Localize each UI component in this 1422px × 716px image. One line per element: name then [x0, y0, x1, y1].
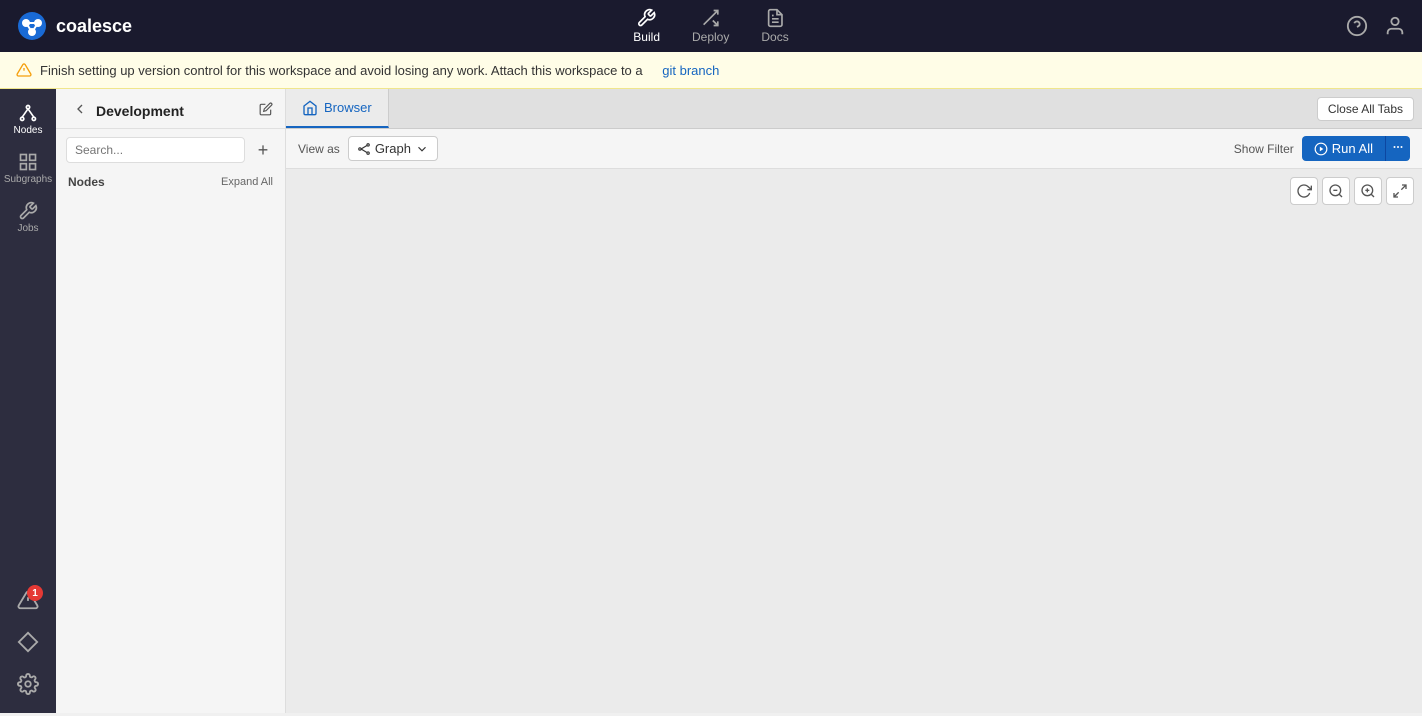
run-icon	[1314, 142, 1328, 156]
refresh-button[interactable]	[1290, 177, 1318, 205]
close-all-tabs-button[interactable]: Close All Tabs	[1317, 97, 1414, 121]
icon-sidebar: Nodes Subgraphs Jobs	[0, 89, 56, 713]
left-panel: Development + Nodes Expand All	[56, 89, 286, 713]
run-all-label: Run All	[1332, 141, 1373, 156]
sidebar-item-jobs[interactable]: Jobs	[0, 195, 56, 240]
help-icon[interactable]	[1346, 15, 1368, 37]
refresh-icon	[1296, 183, 1312, 199]
icon-sidebar-bottom: 1	[0, 583, 56, 713]
fit-view-button[interactable]	[1386, 177, 1414, 205]
zoom-out-icon	[1328, 183, 1344, 199]
nodes-label: Nodes	[14, 125, 43, 136]
nav-item-build[interactable]: Build	[633, 8, 660, 44]
search-area: +	[56, 129, 285, 171]
chevron-down-icon	[415, 142, 429, 156]
graph-icon	[357, 142, 371, 156]
run-all-more-button[interactable]	[1385, 136, 1410, 161]
canvas-controls	[1290, 177, 1414, 205]
nav-build-label: Build	[633, 30, 660, 44]
view-as-label: View as	[298, 142, 340, 156]
toolbar-right: Show Filter Run All	[1234, 136, 1410, 161]
nav-deploy-label: Deploy	[692, 30, 729, 44]
logo: coalesce	[16, 10, 132, 42]
run-all-group: Run All	[1302, 136, 1410, 161]
graph-view-dropdown[interactable]: Graph	[348, 136, 438, 161]
banner-message-start: Finish setting up version control for th…	[40, 63, 643, 78]
zoom-in-icon	[1360, 183, 1376, 199]
left-panel-header: Development	[56, 89, 285, 129]
home-icon	[302, 100, 318, 116]
coalesce-logo-icon	[16, 10, 48, 42]
diamond-button[interactable]	[11, 625, 45, 659]
right-panel: Browser Close All Tabs View as Graph	[286, 89, 1422, 713]
nav-item-docs[interactable]: Docs	[761, 8, 788, 44]
diamond-icon	[17, 631, 39, 653]
add-node-button[interactable]: +	[251, 138, 275, 162]
nodes-section: Nodes Expand All	[56, 171, 285, 193]
canvas-area	[286, 169, 1422, 713]
fit-view-icon	[1392, 183, 1408, 199]
tab-browser-label: Browser	[324, 100, 372, 115]
banner-git-link[interactable]: git branch	[662, 63, 719, 78]
subgraphs-icon	[18, 152, 38, 172]
zoom-in-button[interactable]	[1354, 177, 1382, 205]
tab-bar: Browser Close All Tabs	[286, 89, 1422, 129]
toolbar: View as Graph Show Filter	[286, 129, 1422, 169]
tab-browser[interactable]: Browser	[286, 89, 389, 128]
jobs-icon	[18, 201, 38, 221]
graph-dropdown-label: Graph	[375, 141, 411, 156]
logo-text: coalesce	[56, 16, 132, 37]
settings-icon	[17, 673, 39, 695]
nav-center: Build Deploy Docs	[633, 8, 788, 44]
subgraphs-label: Subgraphs	[4, 174, 52, 185]
version-control-banner: Finish setting up version control for th…	[0, 52, 1422, 89]
settings-button[interactable]	[11, 667, 45, 701]
nodes-icon	[18, 103, 38, 123]
nav-docs-label: Docs	[761, 30, 788, 44]
nav-item-deploy[interactable]: Deploy	[692, 8, 729, 44]
jobs-label: Jobs	[17, 223, 38, 234]
zoom-out-button[interactable]	[1322, 177, 1350, 205]
alerts-badge: 1	[27, 585, 43, 601]
nav-right	[1346, 15, 1406, 37]
more-icon	[1392, 141, 1404, 153]
workspace-name: Development	[96, 103, 184, 119]
sidebar-item-subgraphs[interactable]: Subgraphs	[0, 146, 56, 191]
top-nav: coalesce Build Deploy	[0, 0, 1422, 52]
search-input[interactable]	[66, 137, 245, 163]
nodes-section-label: Nodes	[68, 175, 105, 189]
back-button[interactable]	[72, 101, 88, 120]
alerts-button[interactable]: 1	[11, 583, 45, 617]
edit-workspace-button[interactable]	[259, 102, 273, 119]
run-all-button[interactable]: Run All	[1302, 136, 1385, 161]
warning-icon	[16, 62, 32, 78]
main-layout: Nodes Subgraphs Jobs	[0, 89, 1422, 713]
user-icon[interactable]	[1384, 15, 1406, 37]
sidebar-item-nodes[interactable]: Nodes	[0, 97, 56, 142]
expand-all-button[interactable]: Expand All	[221, 176, 273, 188]
show-filter-button[interactable]: Show Filter	[1234, 142, 1294, 156]
